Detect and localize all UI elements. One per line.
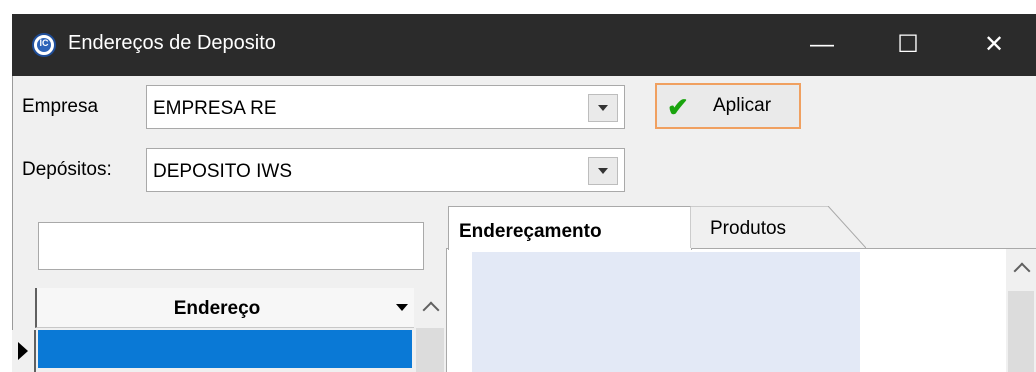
scrollbar-track[interactable] — [1008, 291, 1034, 372]
empresa-label: Empresa — [22, 96, 99, 117]
tab-label: Produtos — [710, 218, 787, 239]
grid-scrollbar[interactable] — [416, 288, 444, 372]
enderecamento-panel — [472, 252, 860, 372]
table-row[interactable] — [38, 330, 412, 368]
app-logo-icon: IC — [32, 33, 56, 57]
minimize-button[interactable]: — — [780, 14, 864, 76]
apply-button-label: Aplicar — [713, 95, 772, 116]
tab-produtos[interactable]: Produtos — [690, 206, 866, 248]
depositos-select[interactable]: DEPOSITO IWS — [146, 148, 625, 192]
empresa-select[interactable]: EMPRESA RE — [146, 85, 625, 129]
apply-button[interactable]: ✔ Aplicar — [655, 83, 801, 129]
empresa-select-value: EMPRESA RE — [153, 98, 277, 119]
chevron-down-icon[interactable] — [588, 157, 618, 185]
tab-enderecamento[interactable]: Endereçamento — [448, 206, 692, 250]
window-title: Endereços de Deposito — [68, 32, 276, 54]
tab-panel-right — [866, 249, 1006, 372]
close-button[interactable]: ✕ — [952, 14, 1036, 76]
filter-input[interactable] — [38, 222, 424, 270]
grid-header[interactable]: Endereço — [35, 288, 414, 328]
depositos-label: Depósitos: — [22, 159, 112, 180]
tab-label: Endereçamento — [459, 221, 602, 242]
scroll-up-icon[interactable] — [422, 301, 440, 319]
chevron-down-icon[interactable] — [588, 94, 618, 122]
checkmark-icon: ✔ — [667, 92, 689, 122]
maximize-button[interactable]: ☐ — [866, 14, 950, 76]
row-indicator-icon — [12, 330, 36, 372]
sort-dropdown-icon[interactable] — [396, 304, 408, 311]
scroll-up-icon[interactable] — [1013, 262, 1031, 280]
scrollbar-track[interactable] — [416, 328, 444, 372]
column-header-endereco[interactable]: Endereço — [37, 298, 397, 320]
depositos-select-value: DEPOSITO IWS — [153, 161, 293, 182]
panel-scrollbar[interactable] — [1006, 249, 1036, 372]
